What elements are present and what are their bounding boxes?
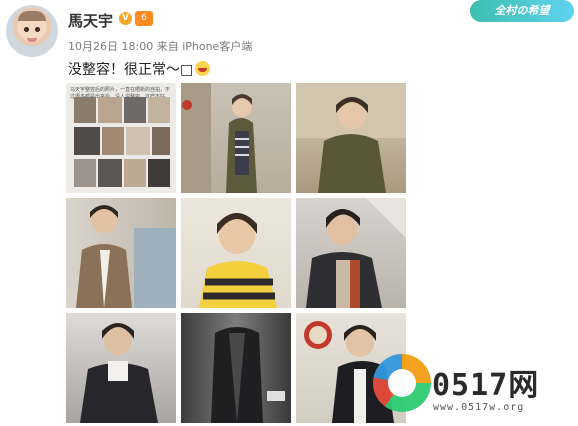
photo-grid: 马天宇整容后的照片，一直在晒新的自拍，不过很多都是出来后，没人说整容，这样不好。 (66, 83, 406, 425)
photo-5-figure (199, 213, 277, 308)
username[interactable]: 馬天宇 (68, 10, 113, 31)
photo-1-collage (74, 97, 170, 187)
watermark-logo-text: 0517网 (432, 368, 540, 403)
laughing-emoji-icon (195, 61, 211, 76)
photo-7[interactable] (66, 313, 176, 423)
avatar[interactable] (6, 5, 58, 57)
photo-7-figure (80, 323, 158, 423)
post-source: 来自 iPhone客户端 (156, 40, 253, 53)
post-date[interactable]: 10月26日 (68, 40, 118, 53)
photo-4-figure (76, 205, 176, 308)
photo-8-figure (211, 327, 285, 423)
topic-tag[interactable]: 全村の希望 (470, 0, 574, 22)
post-meta: 10月26日 18:00 来自 iPhone客户端 (68, 38, 252, 54)
avatar-mouth (27, 38, 37, 42)
emoji-placeholder: □ (180, 62, 194, 78)
photo-2-figure (181, 83, 257, 193)
post-time[interactable]: 18:00 (122, 40, 154, 53)
photo-6-figure (306, 198, 406, 308)
photo-1[interactable]: 马天宇整容后的照片，一直在晒新的自拍，不过很多都是出来后，没人说整容，这样不好。 (66, 83, 176, 193)
watermark-url: www.0517w.org (433, 402, 525, 413)
photo-8[interactable] (181, 313, 291, 423)
post-text-content: 没整容！很正常～ (68, 62, 180, 78)
photo-2[interactable] (181, 83, 291, 193)
avatar-hair (18, 11, 46, 21)
photo-4[interactable] (66, 198, 176, 308)
photo-3[interactable] (296, 83, 406, 193)
watermark-logo-icon (373, 354, 431, 412)
photo-3-figure (296, 83, 406, 193)
level-badge-icon: 6 (135, 11, 153, 26)
post-text: 没整容！很正常～□ (68, 59, 211, 79)
avatar-eye-right (35, 27, 40, 32)
avatar-eye-left (24, 27, 29, 32)
verified-badge-icon: V (119, 12, 132, 25)
photo-6[interactable] (296, 198, 406, 308)
photo-5[interactable] (181, 198, 291, 308)
